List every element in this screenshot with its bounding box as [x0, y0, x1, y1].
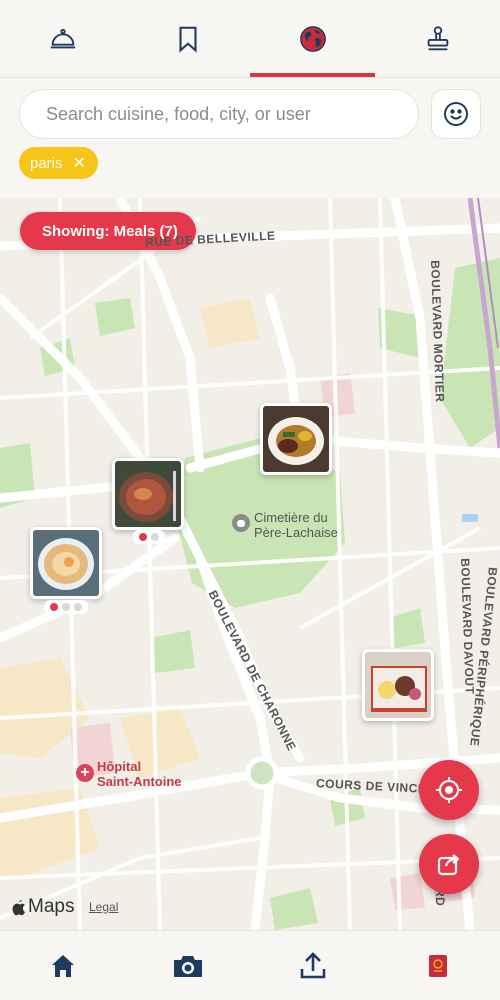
- meal-pin[interactable]: [30, 527, 102, 599]
- tab-saved[interactable]: [125, 0, 250, 77]
- tab-stamp[interactable]: [375, 0, 500, 77]
- nav-home[interactable]: [0, 931, 125, 1000]
- cemetery-icon: [232, 514, 250, 532]
- pin-pagination-dots: [133, 530, 165, 544]
- meal-photo: [365, 652, 431, 718]
- poi-label: Cimetière du Père-Lachaise: [254, 510, 338, 540]
- filter-chip-label: paris: [30, 154, 63, 172]
- share-button[interactable]: [419, 834, 479, 894]
- meal-pin[interactable]: [260, 403, 332, 475]
- legal-link[interactable]: Legal: [89, 900, 118, 914]
- poi-line1: Cimetière du: [254, 510, 328, 525]
- share-icon: [437, 854, 460, 876]
- top-tab-bar: [0, 0, 500, 78]
- pin-pagination-dots: [44, 600, 88, 614]
- nav-upload[interactable]: [250, 931, 375, 1000]
- user-search-button[interactable]: [431, 89, 481, 139]
- hospital-line1: Hôpital: [97, 759, 142, 774]
- crosshair-icon: [436, 777, 462, 803]
- stamp-icon: [427, 25, 448, 50]
- map-view[interactable]: Showing: Meals (7) RUE DE BELLEVILLE BOU…: [0, 198, 500, 930]
- hospital-icon: +: [76, 764, 94, 782]
- hospital-label: Hôpital Saint-Antoine: [97, 759, 182, 789]
- dot: [139, 533, 147, 541]
- poi-line2: Père-Lachaise: [254, 525, 338, 540]
- meal-pin[interactable]: [362, 649, 434, 721]
- search-input[interactable]: [46, 103, 418, 125]
- cloche-icon: [50, 28, 75, 48]
- passport-icon: [428, 954, 447, 977]
- maps-brand-label: Maps: [28, 896, 75, 917]
- dot: [50, 603, 58, 611]
- dot: [151, 533, 159, 541]
- tab-map[interactable]: [250, 0, 375, 77]
- bottom-nav: [0, 930, 500, 1000]
- dot: [62, 603, 70, 611]
- nav-camera[interactable]: [125, 931, 250, 1000]
- locate-me-button[interactable]: [419, 760, 479, 820]
- meal-photo: [33, 530, 99, 596]
- apple-maps-logo: Maps: [12, 896, 74, 918]
- smiley-icon: [444, 102, 468, 126]
- apple-icon: [12, 899, 25, 915]
- nav-passport[interactable]: [375, 931, 500, 1000]
- globe-icon: [299, 25, 326, 52]
- upload-icon: [300, 951, 325, 978]
- meal-photo: [263, 406, 329, 472]
- bookmark-icon: [178, 26, 197, 53]
- search-row: [19, 89, 481, 141]
- search-bar[interactable]: [19, 89, 419, 139]
- filter-chip[interactable]: paris ✕: [19, 147, 98, 179]
- dot: [74, 603, 82, 611]
- meal-photo: [115, 461, 181, 527]
- meal-pin[interactable]: [112, 458, 184, 530]
- camera-icon: [173, 955, 202, 977]
- close-icon[interactable]: ✕: [73, 153, 86, 173]
- hospital-line2: Saint-Antoine: [97, 774, 182, 789]
- tab-dining[interactable]: [0, 0, 125, 77]
- home-icon: [51, 954, 74, 977]
